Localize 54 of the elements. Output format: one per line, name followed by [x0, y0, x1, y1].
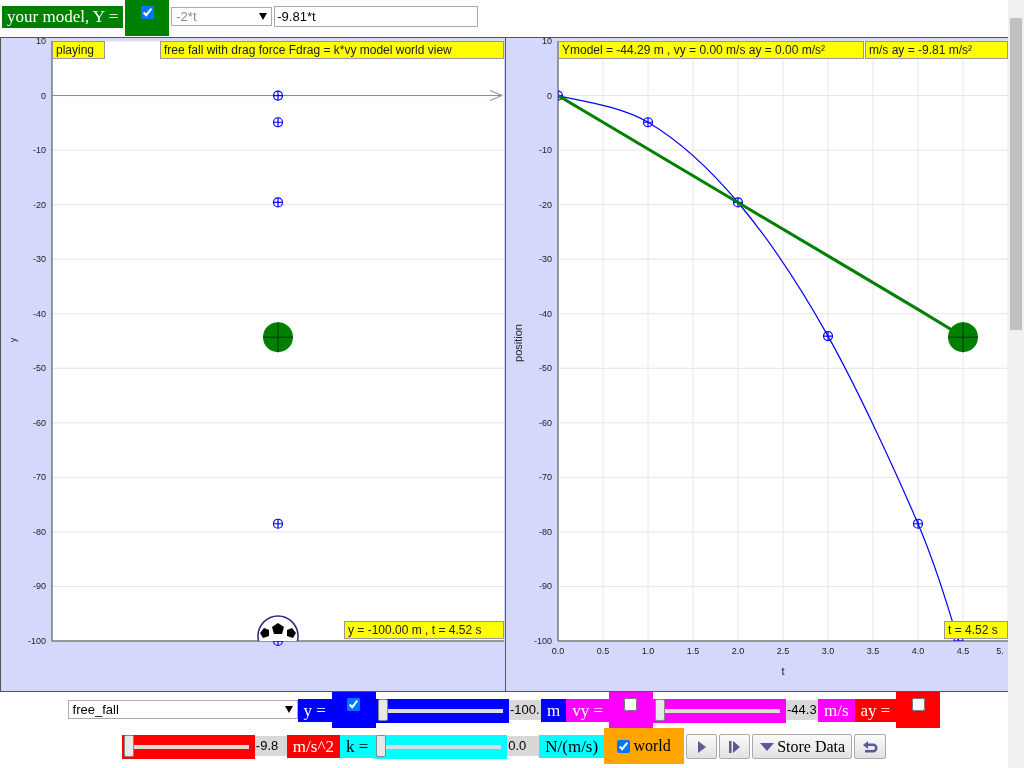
model-label: your model, Y =	[2, 6, 124, 28]
tick-label: 0	[547, 90, 552, 101]
time-readout: t = 4.52 s	[944, 621, 1008, 639]
tick-label: 2.5	[776, 646, 790, 656]
tick-label: -60	[539, 417, 552, 428]
checkbox-label: world	[633, 737, 671, 755]
axis-label: y	[8, 337, 18, 343]
variable-label: vy =	[566, 699, 609, 722]
tick-label: -20	[33, 199, 46, 210]
tick-label: -40	[33, 308, 46, 319]
tick-label: -80	[33, 526, 46, 537]
tick-label: -90	[33, 581, 46, 592]
tick-label: -50	[33, 363, 46, 374]
variable-label: y =	[297, 699, 332, 722]
tick-label: 0.5	[596, 646, 610, 656]
tick-label: -30	[539, 254, 552, 265]
tick-label: -80	[539, 526, 552, 537]
tick-label: -10	[33, 145, 46, 156]
variable-label: N/(m/s)	[539, 735, 605, 758]
model-readout: Ymodel = -44.29 m , vy = 0.00 m/s ay = 0.00 m/s²	[558, 41, 864, 59]
view-title: free fall with drag force Fdrag = k*vy model world view	[160, 41, 504, 59]
tick-label: -30	[33, 254, 46, 265]
variable-label: m/s^2	[286, 735, 340, 758]
tick-label: -90	[539, 581, 552, 592]
tick-label: -70	[539, 472, 552, 483]
variable-label: ay =	[854, 699, 897, 722]
acceleration-readout: m/s ay = -9.81 m/s²	[865, 41, 1008, 59]
tick-label: -20	[539, 199, 552, 210]
tick-label: 5.	[996, 646, 1004, 656]
tick-label: -70	[33, 472, 46, 483]
axis-label: t	[781, 665, 785, 677]
tick-label: -40	[539, 308, 552, 319]
tick-label: 3.5	[866, 646, 880, 656]
tick-label: 10	[36, 38, 46, 46]
tick-label: 4.5	[956, 646, 970, 656]
tick-label: -60	[33, 417, 46, 428]
tick-label: 4.0	[911, 646, 925, 656]
variable-label: m	[540, 699, 567, 722]
tick-label: 0	[41, 90, 46, 101]
variable-label: k =	[339, 735, 375, 758]
tick-label: 1.5	[686, 646, 700, 656]
position-readout: y = -100.00 m , t = 4.52 s	[344, 621, 504, 639]
tick-label: 10	[542, 38, 552, 46]
tick-label: -100	[534, 636, 552, 646]
tick-label: 2.0	[731, 646, 745, 656]
status-label: playing	[52, 41, 105, 59]
axis-label: position	[512, 324, 524, 362]
tick-label: 1.0	[641, 646, 655, 656]
tick-label: -10	[539, 145, 552, 156]
tick-label: 0.0	[551, 646, 565, 656]
tick-label: -100	[28, 636, 46, 646]
tick-label: 3.0	[821, 646, 835, 656]
variable-label: m/s	[818, 699, 855, 722]
tick-label: -50	[539, 363, 552, 374]
